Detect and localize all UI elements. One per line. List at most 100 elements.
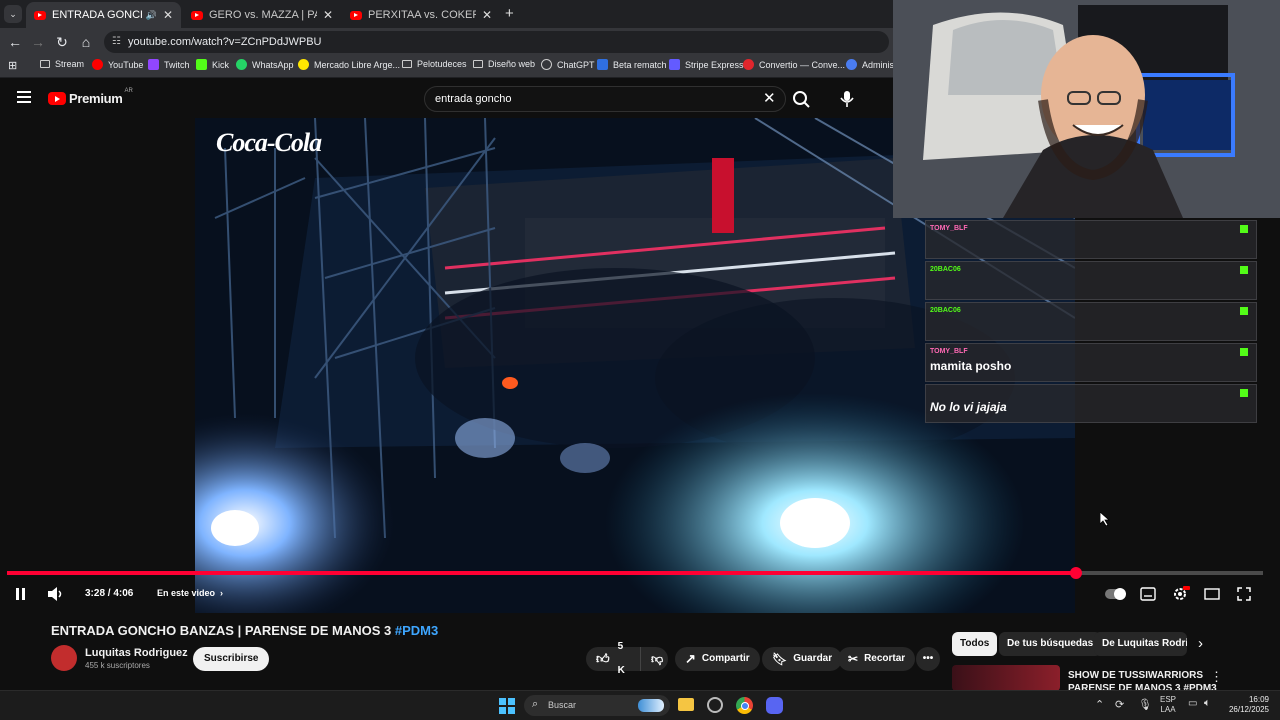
suggested-more-icon[interactable]: ⋮	[1210, 669, 1223, 685]
clip-label: Recortar	[864, 653, 906, 664]
clock-time: 16:09	[1248, 695, 1269, 704]
bookmark-youtube[interactable]: YouTube	[92, 59, 143, 70]
url-field[interactable]: ☷ youtube.com/watch?v=ZCnPDdJWPBU	[104, 31, 889, 53]
close-tab-icon[interactable]: ✕	[482, 8, 492, 22]
microphone-tray-icon[interactable]: 🎙︎	[1138, 698, 1152, 711]
progress-scrubber[interactable]	[1069, 567, 1082, 579]
pause-button[interactable]	[15, 587, 27, 601]
tab-entrada-goncho[interactable]: ENTRADA GONCHO BANZAS 🔊 ✕	[26, 2, 181, 28]
search-value: entrada goncho	[435, 93, 512, 105]
streamer-webcam	[893, 0, 1280, 218]
chips-next-icon[interactable]: ›	[1198, 635, 1203, 652]
video-title: ENTRADA GONCHO BANZAS | PARENSE DE MANOS…	[51, 623, 438, 638]
network-icon[interactable]: ▭	[1188, 698, 1197, 709]
sync-icon[interactable]: ⟳	[1115, 698, 1124, 711]
fullscreen-button[interactable]	[1237, 587, 1251, 601]
clock-date: 26/12/2025	[1228, 705, 1269, 714]
youtube-header: Premium AR entrada goncho ✕	[0, 78, 893, 118]
youtube-premium-logo[interactable]: Premium AR	[48, 88, 133, 106]
tab-search-icon[interactable]: ⌄	[4, 5, 22, 23]
voice-search-button[interactable]	[834, 87, 860, 111]
bookmark-stripe-express[interactable]: Stripe Express	[669, 59, 744, 70]
back-icon[interactable]: ←	[5, 32, 25, 52]
more-dots-icon: •••	[922, 653, 934, 664]
youtube-favicon-icon	[350, 10, 362, 20]
menu-icon[interactable]	[17, 91, 31, 103]
chrome-icon[interactable]	[736, 697, 753, 714]
chat-message: 20BAC06	[925, 302, 1257, 341]
windows-taskbar: ⌕ Buscar ⌃ ⟳ 🎙︎ ESP LAA ▭ 🔈︎ 16:09 26/12…	[0, 690, 1280, 720]
suggested-thumbnail[interactable]	[952, 665, 1060, 691]
settings-button[interactable]	[1172, 586, 1190, 602]
volume-tray-icon[interactable]: 🔈︎	[1204, 697, 1211, 710]
bookmark-stream[interactable]: Stream	[40, 59, 84, 69]
windows-start-icon[interactable]	[499, 698, 515, 714]
subscriber-count: 455 k suscriptores	[85, 661, 150, 670]
channel-name[interactable]: Luquitas Rodriguez	[85, 647, 188, 659]
search-icon	[793, 91, 810, 108]
file-explorer-icon[interactable]	[678, 698, 694, 711]
site-info-icon[interactable]: ☷	[112, 31, 121, 53]
bookmark-pelotudeces[interactable]: Pelotudeces	[402, 59, 467, 69]
bookmark-mercado-libre[interactable]: Mercado Libre Arge...	[298, 59, 400, 70]
bookmark-beta-rematch[interactable]: Beta rematch	[597, 59, 667, 70]
thumbs-down-icon: 👎︎	[651, 652, 664, 666]
youtube-logo-icon	[48, 92, 66, 105]
chat-username: TOMY_BLF	[930, 348, 968, 355]
speaker-icon[interactable]: 🔊	[146, 10, 157, 21]
chapter-button[interactable]: En este video ›	[157, 588, 223, 598]
microphone-icon	[840, 91, 854, 107]
bookmark-twitch[interactable]: Twitch	[148, 59, 190, 70]
search-icon: ⌕	[532, 698, 539, 710]
chat-message: 20BAC06	[925, 261, 1257, 300]
bookmarks-bar: ⊞ Stream YouTube Twitch Kick WhatsApp Me…	[0, 56, 897, 78]
bookmark-chatgpt[interactable]: ChatGPT	[541, 59, 595, 70]
search-input[interactable]: entrada goncho	[424, 86, 786, 112]
bookmark-convertio[interactable]: Convertio — Conve...	[743, 59, 845, 70]
tray-chevron-icon[interactable]: ⌃	[1095, 698, 1104, 711]
more-actions-button[interactable]: •••	[916, 647, 940, 671]
theater-mode-button[interactable]	[1204, 587, 1220, 601]
bookmark-whatsapp[interactable]: WhatsApp	[236, 59, 294, 70]
reload-icon[interactable]: ↻	[52, 32, 72, 52]
chip-de-luquitas[interactable]: De Luquitas Rodriguez	[1094, 632, 1187, 656]
tab-gero-mazza[interactable]: GERO vs. MAZZA | PARENSE DE ✕	[183, 2, 341, 28]
bookmark-administ[interactable]: Administ	[846, 59, 897, 70]
clip-button[interactable]: ✂ Recortar	[838, 647, 916, 671]
video-progress-bar[interactable]	[7, 567, 1263, 579]
avatar[interactable]	[51, 645, 77, 671]
clock[interactable]: 16:09 26/12/2025	[1225, 695, 1269, 715]
premium-wordmark: Premium	[69, 91, 123, 106]
autoplay-toggle[interactable]	[1105, 588, 1126, 600]
hashtag-link[interactable]: #PDM3	[395, 623, 438, 638]
dislike-button[interactable]: 👎︎	[640, 647, 668, 671]
discord-icon[interactable]	[766, 697, 783, 714]
share-button[interactable]: ↗ Compartir	[675, 647, 760, 671]
forward-icon[interactable]: →	[28, 32, 48, 52]
home-icon[interactable]: ⌂	[76, 32, 96, 52]
like-button[interactable]: 👍︎ 5 K	[586, 641, 640, 676]
new-tab-button[interactable]: +	[505, 5, 514, 22]
close-tab-icon[interactable]: ✕	[323, 8, 333, 22]
close-tab-icon[interactable]: ✕	[163, 8, 173, 22]
tab-perxitaa-coker[interactable]: PERXITAA vs. COKER | PARENSE ✕	[342, 2, 500, 28]
kick-badge-icon	[1240, 225, 1248, 233]
chip-todos[interactable]: Todos	[952, 632, 998, 656]
volume-button[interactable]	[47, 586, 65, 602]
brand-overlay-logo: Coca-Cola	[216, 128, 322, 157]
bookmark-kick[interactable]: Kick	[196, 59, 229, 70]
bookmark-diseno-web[interactable]: Diseño web	[473, 59, 535, 69]
language-indicator[interactable]: ESP LAA	[1160, 695, 1176, 715]
chip-de-tus-busquedas[interactable]: De tus búsquedas	[999, 632, 1102, 656]
save-button[interactable]: 🔖︎ Guardar	[762, 647, 843, 671]
taskbar-search-box[interactable]: ⌕ Buscar	[524, 695, 670, 716]
fullscreen-icon	[1237, 587, 1251, 601]
subscribe-button[interactable]: Suscribirse	[193, 647, 270, 671]
like-count: 5 K	[617, 641, 625, 676]
apps-grid-icon[interactable]: ⊞	[8, 59, 17, 72]
app-circle-icon[interactable]	[707, 697, 723, 713]
clear-search-icon[interactable]: ✕	[763, 89, 776, 107]
save-label: Guardar	[793, 653, 833, 664]
search-button[interactable]	[786, 86, 818, 112]
subtitles-button[interactable]	[1140, 587, 1156, 601]
